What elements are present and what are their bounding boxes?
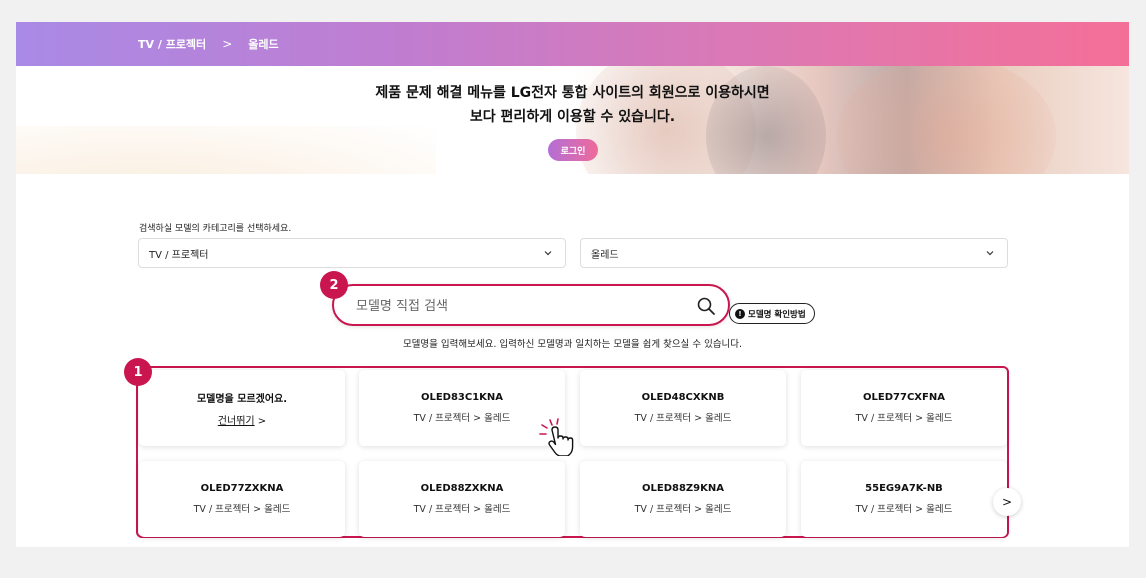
model-name-help-button[interactable]: ! 모델명 확인방법 — [729, 303, 815, 324]
breadcrumb-separator: > — [222, 37, 233, 51]
model-category-path: TV / 프로젝터 > 올레드 — [855, 413, 953, 424]
model-search-box — [332, 284, 730, 326]
model-name: OLED48CXKNB — [641, 392, 725, 403]
next-page-button[interactable]: > — [993, 488, 1021, 516]
model-category-path: TV / 프로젝터 > 올레드 — [413, 413, 511, 424]
model-card[interactable]: OLED77ZXKNA TV / 프로젝터 > 올레드 — [139, 461, 345, 537]
search-icon[interactable] — [696, 296, 716, 316]
model-name-help-label: 모델명 확인방법 — [748, 309, 806, 320]
search-helper-text: 모델명을 입력해보세요. 입력하신 모델명과 일치하는 모델을 쉽게 찾으실 수… — [402, 339, 743, 350]
model-name: OLED88Z9KNA — [642, 483, 724, 494]
subcategory-select[interactable]: 올레드 — [580, 238, 1008, 268]
model-card[interactable]: OLED48CXKNB TV / 프로젝터 > 올레드 — [580, 370, 786, 446]
banner-message: 제품 문제 해결 메뉴를 LG전자 통합 사이트의 회원으로 이용하시면 보다 … — [16, 81, 1129, 129]
chevron-right-icon: > — [257, 415, 267, 427]
login-button[interactable]: 로그인 — [548, 139, 598, 161]
model-name: OLED88ZXKNA — [420, 483, 504, 494]
page-frame: TV / 프로젝터 > 올레드 제품 문제 해결 메뉴를 LG전자 통합 사이트… — [16, 22, 1129, 547]
banner-line-1: 제품 문제 해결 메뉴를 LG전자 통합 사이트의 회원으로 이용하시면 — [375, 85, 770, 101]
category-select-value: TV / 프로젝터 — [149, 249, 209, 261]
banner-background — [16, 126, 436, 174]
chevron-down-icon — [986, 251, 994, 256]
model-card[interactable]: OLED88ZXKNA TV / 프로젝터 > 올레드 — [359, 461, 565, 537]
model-category-path: TV / 프로젝터 > 올레드 — [634, 413, 732, 424]
unknown-model-card[interactable]: 모델명을 모르겠어요. 건너뛰기 > — [139, 370, 345, 446]
breadcrumb-item-category[interactable]: TV / 프로젝터 — [138, 36, 206, 52]
model-card[interactable]: 55EG9A7K-NB TV / 프로젝터 > 올레드 — [801, 461, 1007, 537]
breadcrumb: TV / 프로젝터 > 올레드 — [16, 22, 1129, 66]
subcategory-select-value: 올레드 — [591, 249, 619, 261]
model-category-path: TV / 프로젝터 > 올레드 — [193, 504, 291, 515]
banner-line-2: 보다 편리하게 이용할 수 있습니다. — [469, 109, 676, 125]
model-card[interactable]: OLED88Z9KNA TV / 프로젝터 > 올레드 — [580, 461, 786, 537]
model-category-path: TV / 프로젝터 > 올레드 — [634, 504, 732, 515]
breadcrumb-item-subcategory[interactable]: 올레드 — [248, 36, 278, 52]
step-badge-2: 2 — [320, 271, 348, 299]
step-badge-1: 1 — [124, 358, 152, 386]
skip-link[interactable]: 건너뛰기 > — [218, 412, 266, 427]
model-category-path: TV / 프로젝터 > 올레드 — [413, 504, 511, 515]
chevron-right-icon: > — [1001, 495, 1013, 509]
login-banner: 제품 문제 해결 메뉴를 LG전자 통합 사이트의 회원으로 이용하시면 보다 … — [16, 66, 1129, 174]
model-name: OLED77ZXKNA — [200, 483, 284, 494]
model-name: OLED83C1KNA — [420, 392, 504, 403]
model-card[interactable]: OLED77CXFNA TV / 프로젝터 > 올레드 — [801, 370, 1007, 446]
model-category-path: TV / 프로젝터 > 올레드 — [855, 504, 953, 515]
model-card[interactable]: OLED83C1KNA TV / 프로젝터 > 올레드 — [359, 370, 565, 446]
skip-label: 건너뛰기 — [217, 415, 255, 427]
hand-pointer-icon — [539, 418, 574, 456]
category-label: 검색하실 모델의 카테고리를 선택하세요. — [139, 224, 292, 234]
model-name: 55EG9A7K-NB — [865, 483, 943, 494]
model-name: OLED77CXFNA — [863, 392, 945, 403]
info-icon: ! — [735, 308, 745, 319]
model-search-input[interactable] — [356, 296, 676, 316]
unknown-model-title: 모델명을 모르겠어요. — [196, 393, 288, 405]
category-select[interactable]: TV / 프로젝터 — [138, 238, 566, 268]
chevron-down-icon — [544, 251, 552, 256]
